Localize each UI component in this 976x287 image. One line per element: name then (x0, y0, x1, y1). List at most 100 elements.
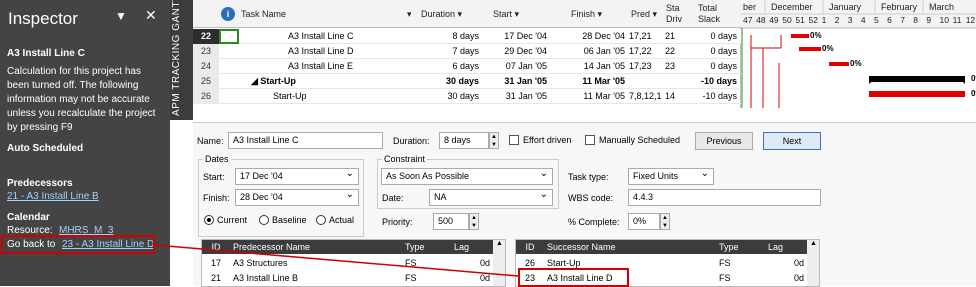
status-cell[interactable] (665, 74, 690, 89)
task-id[interactable]: 26 (193, 89, 219, 104)
priority-spinner[interactable]: ▲ ▼ (469, 213, 479, 230)
status-cell[interactable]: 14 (665, 89, 690, 104)
constraint-date-picker[interactable]: NA (429, 189, 553, 206)
header-status[interactable]: Sta Driv (666, 0, 688, 28)
duration-cell[interactable]: 8 days (419, 29, 479, 44)
task-row[interactable]: 22 A3 Install Line C8 days 17 Dec '04 28 De… (193, 29, 741, 44)
bar-percent-label: 0% (971, 89, 976, 98)
pred-col-type: Type (402, 240, 442, 254)
finish-cell[interactable]: 06 Jan '05 (567, 44, 625, 59)
task-grid: i Task Name ▾ Duration ▾ Start ▾ Finish ▾… (193, 0, 741, 108)
task-row[interactable]: 24 A3 Install Line E6 days 07 Jan '05 14 Ja… (193, 59, 741, 74)
gantt-chart[interactable]: ber December January February March 47 48 49 50 5… (741, 0, 976, 108)
status-cell[interactable]: 22 (665, 44, 690, 59)
start-cell[interactable]: 31 Jan '05 (489, 74, 547, 89)
task-name-cell[interactable]: Start-Up (273, 89, 413, 104)
duration-cell[interactable]: 30 days (419, 74, 479, 89)
task-id[interactable]: 23 (193, 44, 219, 59)
slack-cell[interactable]: 0 days (691, 59, 737, 74)
link-name[interactable]: A3 Install Line B (230, 271, 402, 285)
start-cell[interactable]: 07 Jan '05 (489, 59, 547, 74)
predecessor-link[interactable]: 21 - A3 Install Line B (7, 190, 99, 204)
task-row[interactable]: 25 ◢ Start-Up 30 days 31 Jan '05 11 Mar '05 -… (193, 74, 741, 89)
task-name-cell[interactable]: A3 Install Line D (288, 44, 428, 59)
header-start[interactable]: Start ▾ (493, 0, 538, 28)
pred-cell[interactable]: 7,8,12,1 (629, 89, 664, 104)
inspector-task-name: A3 Install Line C (7, 48, 85, 59)
link-type[interactable]: FS (402, 256, 442, 270)
duration-field[interactable]: 8 days (439, 132, 489, 149)
duration-cell[interactable]: 6 days (419, 59, 479, 74)
pred-cell[interactable]: 17,22 (629, 44, 664, 59)
constraint-type-dropdown[interactable]: As Soon As Possible (381, 168, 553, 185)
task-name-cell[interactable]: A3 Install Line C (288, 29, 428, 44)
link-lag[interactable]: 0d (442, 256, 493, 270)
close-icon[interactable]: ✕ (145, 7, 157, 24)
succ-col-name: Successor Name (544, 240, 716, 254)
start-cell[interactable]: 17 Dec '04 (489, 29, 547, 44)
week-label: 5 (874, 15, 879, 25)
selected-cell[interactable] (219, 29, 239, 44)
task-id[interactable]: 24 (193, 59, 219, 74)
link-type[interactable]: FS (402, 271, 442, 285)
finish-cell[interactable]: 28 Dec '04 (567, 29, 625, 44)
link-lag[interactable]: 0d (756, 256, 807, 270)
slack-cell[interactable]: 0 days (691, 29, 737, 44)
finish-cell[interactable]: 11 Mar '05 (567, 89, 625, 104)
slack-cell[interactable]: 0 days (691, 44, 737, 59)
status-cell[interactable]: 21 (665, 29, 690, 44)
link-type[interactable]: FS (716, 256, 756, 270)
task-row[interactable]: 23 A3 Install Line D7 days 29 Dec '04 06 Ja… (193, 44, 741, 59)
header-duration[interactable]: Duration ▾ (421, 0, 466, 28)
duration-spinner[interactable]: ▲ ▼ (489, 132, 499, 149)
info-icon[interactable]: i (221, 7, 235, 21)
finish-cell[interactable]: 11 Mar '05 (567, 74, 625, 89)
link-id[interactable]: 21 (202, 271, 230, 285)
task-id[interactable]: 25 (193, 74, 219, 89)
link-name[interactable]: A3 Structures (230, 256, 402, 270)
wbs-field[interactable]: 4.4.3 (628, 189, 821, 206)
manually-scheduled-checkbox[interactable] (585, 135, 595, 145)
header-task-name[interactable]: Task Name ▾ (241, 0, 411, 28)
pred-cell[interactable]: 17,23 (629, 59, 664, 74)
task-type-dropdown[interactable]: Fixed Units (628, 168, 714, 185)
pred-cell[interactable] (629, 74, 664, 89)
header-finish[interactable]: Finish ▾ (571, 0, 621, 28)
effort-driven-checkbox[interactable] (509, 135, 519, 145)
status-cell[interactable]: 23 (665, 59, 690, 74)
task-name-cell[interactable]: ◢ Start-Up (251, 74, 391, 89)
actual-radio[interactable] (316, 215, 326, 225)
header-total-slack[interactable]: Total Slack (698, 0, 738, 28)
duration-cell[interactable]: 30 days (419, 89, 479, 104)
start-cell[interactable]: 29 Dec '04 (489, 44, 547, 59)
next-button[interactable]: Next (763, 132, 821, 150)
link-lag[interactable]: 0d (442, 271, 493, 285)
finish-cell[interactable]: 14 Jan '05 (567, 59, 625, 74)
task-id[interactable]: 22 (193, 29, 219, 44)
slack-cell[interactable]: -10 days (691, 74, 737, 89)
dropdown-arrow-icon[interactable]: ▼ (115, 9, 127, 23)
task-name-cell[interactable]: A3 Install Line E (288, 59, 428, 74)
finish-date-picker[interactable]: 28 Dec '04 (235, 189, 359, 206)
priority-field[interactable]: 500 (433, 213, 469, 230)
succ-scrollbar[interactable]: ▲ (807, 240, 819, 286)
pred-cell[interactable]: 17,21 (629, 29, 664, 44)
name-field[interactable]: A3 Install Line C (228, 132, 383, 149)
start-date-picker[interactable]: 17 Dec '04 (235, 168, 359, 185)
current-radio[interactable] (204, 215, 214, 225)
header-pred[interactable]: Pred ▾ (631, 0, 661, 28)
slack-cell[interactable]: -10 days (691, 89, 737, 104)
link-type[interactable]: FS (716, 271, 756, 285)
view-bar[interactable]: APM TRACKING GANTT (170, 0, 193, 120)
task-row[interactable]: 26 Start-Up 30 days 31 Jan '05 11 Mar '05 7,8… (193, 89, 741, 104)
percent-complete-spinner[interactable]: ▲ ▼ (660, 213, 670, 230)
duration-cell[interactable]: 7 days (419, 44, 479, 59)
baseline-radio[interactable] (259, 215, 269, 225)
previous-button[interactable]: Previous (695, 132, 753, 150)
week-label: 49 (769, 15, 779, 25)
pred-scrollbar[interactable]: ▲ (493, 240, 505, 286)
link-lag[interactable]: 0d (756, 271, 807, 285)
link-id[interactable]: 17 (202, 256, 230, 270)
start-cell[interactable]: 31 Jan '05 (489, 89, 547, 104)
percent-complete-field[interactable]: 0% (628, 213, 660, 230)
